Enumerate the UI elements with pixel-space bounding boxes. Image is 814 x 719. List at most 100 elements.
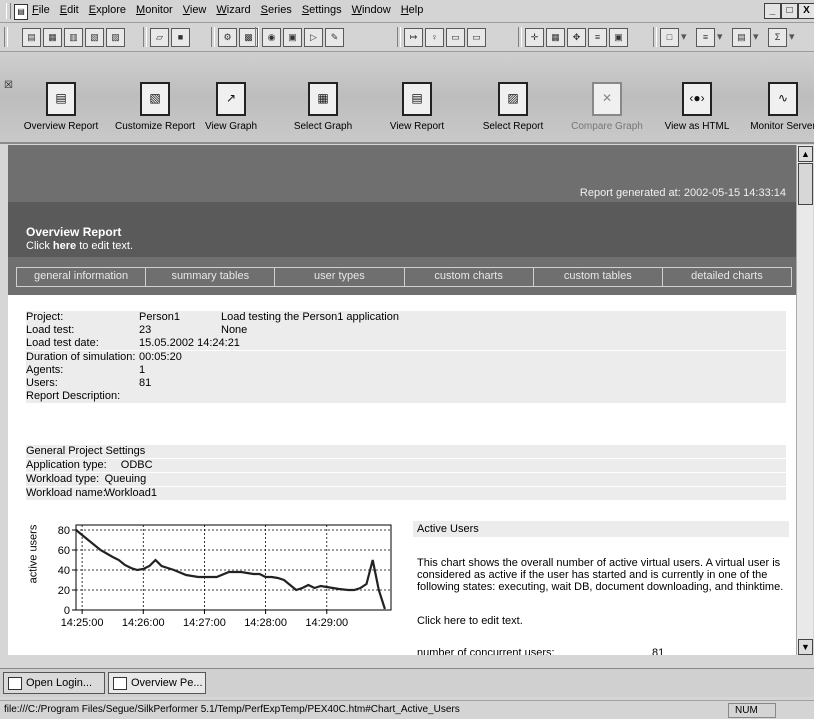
menu-explore[interactable]: Explore — [89, 4, 126, 16]
dropdown-arrow-icon[interactable]: ▾ — [753, 30, 759, 43]
table-icon[interactable]: ▤ — [732, 28, 751, 47]
dropdown-arrow-icon[interactable]: ▾ — [789, 30, 795, 43]
bulb-icon[interactable]: ♀ — [425, 28, 444, 47]
menu-window[interactable]: Window — [352, 4, 391, 16]
monitor-server-button[interactable]: ∿ Monitor Server — [738, 82, 814, 132]
tab-custom-tables[interactable]: custom tables — [534, 268, 663, 286]
dropdown-arrow-icon[interactable]: ▾ — [717, 30, 723, 43]
customize-report-icon: ▧ — [140, 82, 170, 116]
settings-row: Application type: ODBC — [26, 459, 786, 472]
stop-icon[interactable]: ▣ — [283, 28, 302, 47]
pencil-icon[interactable]: ✎ — [325, 28, 344, 47]
info-row: Report Description: — [26, 390, 786, 404]
move-icon[interactable]: ✥ — [567, 28, 586, 47]
info-key: Load test date: — [26, 337, 99, 350]
menu-edit[interactable]: Edit — [60, 4, 79, 16]
menu-settings[interactable]: Settings — [302, 4, 342, 16]
graph-window2-icon[interactable]: ▭ — [467, 28, 486, 47]
chart-icon[interactable]: ▥ — [64, 28, 83, 47]
open-folder-icon[interactable]: ▱ — [150, 28, 169, 47]
report-nav-tabs: general information summary tables user ty… — [16, 267, 792, 287]
sum-icon[interactable]: Σ — [768, 28, 787, 47]
tab-custom-charts[interactable]: custom charts — [405, 268, 534, 286]
view-graph-button[interactable]: ↗ View Graph — [186, 82, 276, 132]
tab-user-types[interactable]: user types — [275, 268, 405, 286]
align-icon[interactable]: ≡ — [588, 28, 607, 47]
standard-toolbar: ▤ ▦ ▥ ▧ ▨ ▱ ■ ⚙ ▩ ◉ ▣ ▷ ✎ ↦ ♀ ▭ ▭ ✛ ▦ ✥ ≡ ▣ □ ▾ ≡ ▾ ▤ ▾ Σ ▾ — [0, 23, 814, 52]
x-tick-label: 14:28:00 — [244, 617, 287, 629]
play-icon[interactable]: ▷ — [304, 28, 323, 47]
overview-report-button[interactable]: ▤ Overview Report — [16, 82, 106, 132]
scroll-up-arrow[interactable]: ▲ — [798, 146, 813, 162]
close-button[interactable]: X — [798, 3, 814, 19]
tab-summary-tables[interactable]: summary tables — [146, 268, 276, 286]
graph-window-icon[interactable]: ▭ — [446, 28, 465, 47]
report-edit-hint: Click here to edit text. — [26, 240, 133, 252]
save-icon[interactable]: ■ — [171, 28, 190, 47]
crosshair-icon[interactable]: ✛ — [525, 28, 544, 47]
concurrent-users-row: number of concurrent users: 81 — [413, 647, 789, 655]
menu-file[interactable]: File — [32, 4, 50, 16]
page-icon[interactable]: ▨ — [106, 28, 125, 47]
settings-row: Workload name: Workload1 — [26, 487, 786, 500]
dropdown-arrow-icon[interactable]: ▾ — [681, 30, 687, 43]
toolbar-grip[interactable] — [4, 27, 8, 47]
button-label: View Report — [389, 121, 445, 132]
menu-monitor[interactable]: Monitor — [136, 4, 173, 16]
taskbar-item[interactable]: Overview Pe... — [108, 672, 206, 694]
chart-desc-title: Active Users — [413, 521, 789, 537]
record-icon[interactable]: ◉ — [262, 28, 281, 47]
color-box-icon[interactable]: □ — [660, 28, 679, 47]
compare-icon[interactable]: ▧ — [85, 28, 104, 47]
menu-help[interactable]: Help — [401, 4, 424, 16]
view-graph-icon: ↗ — [216, 82, 246, 116]
info-row: Duration of simulation: 00:05:20 — [26, 350, 786, 364]
button-label: Monitor Server — [750, 121, 814, 132]
settings-row: Workload type: Queuing — [26, 473, 786, 486]
new-icon[interactable]: ▤ — [22, 28, 41, 47]
view-as-html-button[interactable]: ‹●› View as HTML — [652, 82, 742, 132]
toolbar-separator — [518, 27, 522, 47]
overview-report-icon: ▤ — [46, 82, 76, 116]
button-label: Compare Graph — [571, 121, 643, 132]
active-users-chart-svg: 0 20 40 60 80 14:25:00 14:26:00 14:27:00 14:28:0… — [58, 524, 392, 629]
scroll-down-arrow[interactable]: ▼ — [798, 639, 813, 655]
x-tick-label: 14:27:00 — [183, 617, 226, 629]
menu-bar: ▤ File Edit Explore Monitor View Wizard Series… — [0, 0, 814, 23]
toolbar-close-icon[interactable]: ☒ — [4, 80, 13, 91]
document-icon[interactable]: ▤ — [14, 4, 28, 20]
tab-detailed-charts[interactable]: detailed charts — [663, 268, 791, 286]
report-icon[interactable]: ▦ — [43, 28, 62, 47]
button-label: Overview Report — [23, 121, 99, 132]
line-style-icon[interactable]: ≡ — [696, 28, 715, 47]
menu-view[interactable]: View — [183, 4, 207, 16]
select-report-button[interactable]: ▨ Select Report — [468, 82, 558, 132]
select-graph-button[interactable]: ▦ Select Graph — [278, 82, 368, 132]
taskbar-item-label: Overview Pe... — [131, 677, 203, 689]
info-row: Load test date: 15.05.2002 14:24:21 — [26, 337, 786, 351]
tab-general-information[interactable]: general information — [17, 268, 147, 286]
scroll-thumb[interactable] — [798, 163, 813, 205]
chart-desc-edit[interactable]: Click here to edit text. — [413, 615, 789, 627]
grid-icon[interactable]: ▦ — [546, 28, 565, 47]
settings-icon[interactable]: ⚙ — [218, 28, 237, 47]
settings-title: General Project Settings — [26, 445, 786, 458]
menu-wizard[interactable]: Wizard — [216, 4, 250, 16]
restore-button[interactable]: □ — [781, 3, 798, 19]
edit-here-link[interactable]: here — [53, 240, 76, 252]
export-icon[interactable]: ▣ — [609, 28, 628, 47]
status-bar: file:///C:/Program Files/Segue/SilkPerfo… — [0, 700, 814, 719]
button-label: Select Report — [482, 121, 544, 132]
view-report-button[interactable]: ▤ View Report — [372, 82, 462, 132]
counter-icon[interactable]: ↦ — [404, 28, 423, 47]
compare-graph-button[interactable]: ✕ Compare Graph — [562, 82, 652, 132]
menu-grip[interactable] — [6, 3, 11, 19]
taskbar-item[interactable]: Open Login... — [3, 672, 105, 694]
info-value: 81 — [139, 377, 152, 389]
status-path: file:///C:/Program Files/Segue/SilkPerfo… — [4, 704, 460, 715]
menu-series[interactable]: Series — [261, 4, 292, 16]
minimize-button[interactable]: _ — [764, 3, 781, 19]
viewer-scrollbar[interactable]: ▲ ▼ — [796, 145, 813, 655]
num-lock-indicator: NUM — [728, 703, 776, 718]
x-tick-label: 14:26:00 — [122, 617, 165, 629]
